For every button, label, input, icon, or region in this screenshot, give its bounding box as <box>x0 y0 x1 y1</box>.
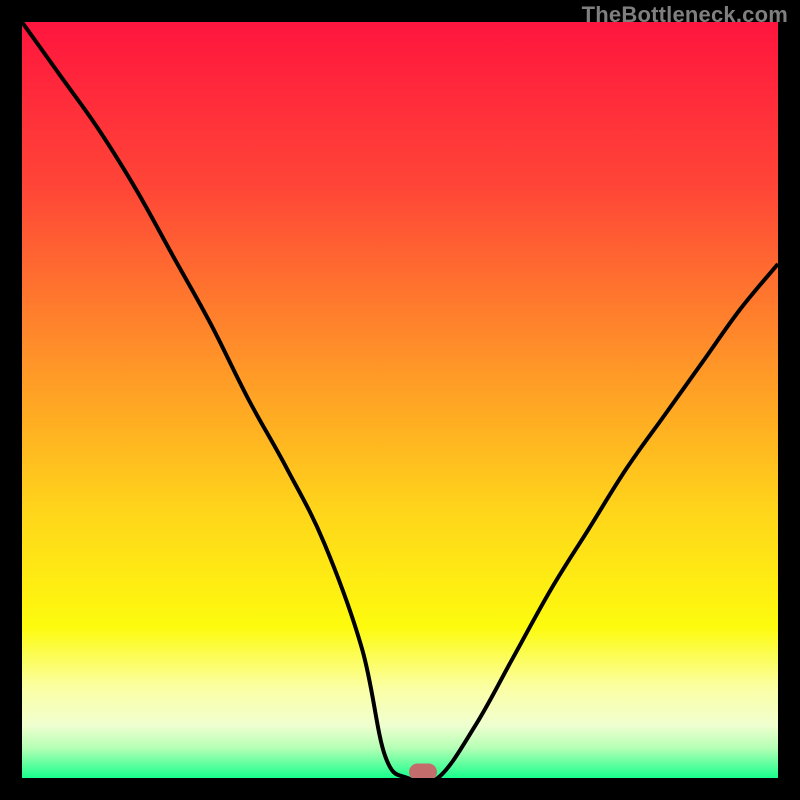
plot-area <box>22 22 778 778</box>
watermark-text: TheBottleneck.com <box>582 2 788 28</box>
chart-frame: TheBottleneck.com <box>0 0 800 800</box>
curve-layer <box>22 22 778 778</box>
optimal-point-marker <box>409 764 437 779</box>
bottleneck-curve <box>22 22 778 778</box>
